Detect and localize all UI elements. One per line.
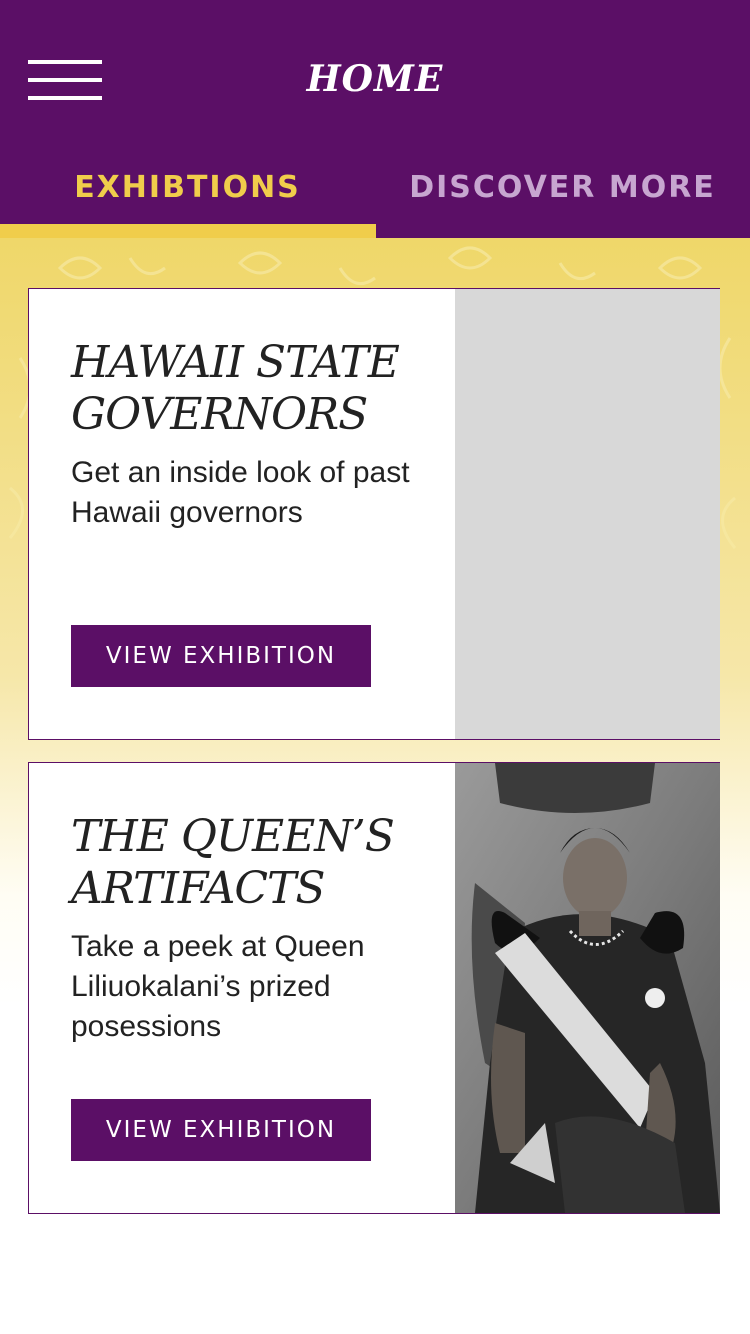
exhibition-card-governors[interactable]: HAWAII STATE GOVERNORS Get an inside loo… (28, 288, 720, 740)
view-exhibition-button[interactable]: VIEW EXHIBITION (71, 1099, 371, 1161)
exhibition-card-queens-artifacts[interactable]: THE QUEEN’S ARTIFACTS Take a peek at Que… (28, 762, 720, 1214)
exhibition-image-placeholder (455, 289, 720, 739)
exhibition-title: HAWAII STATE GOVERNORS (71, 337, 400, 440)
queen-portrait-photo (455, 763, 720, 1213)
view-exhibition-button[interactable]: VIEW EXHIBITION (71, 625, 371, 687)
page-title: HOME (306, 58, 444, 100)
exhibition-description: Take a peek at Queen Liliuokalani’s priz… (71, 930, 365, 1043)
exhibition-description: Get an inside look of past Hawaii govern… (71, 456, 410, 529)
tab-discover-more[interactable]: DISCOVER MORE (375, 170, 750, 238)
active-tab-indicator (0, 224, 376, 238)
app-header: HOME EXHIBTIONS DISCOVER MORE (0, 0, 750, 238)
exhibition-title: THE QUEEN’S ARTIFACTS (71, 811, 395, 914)
